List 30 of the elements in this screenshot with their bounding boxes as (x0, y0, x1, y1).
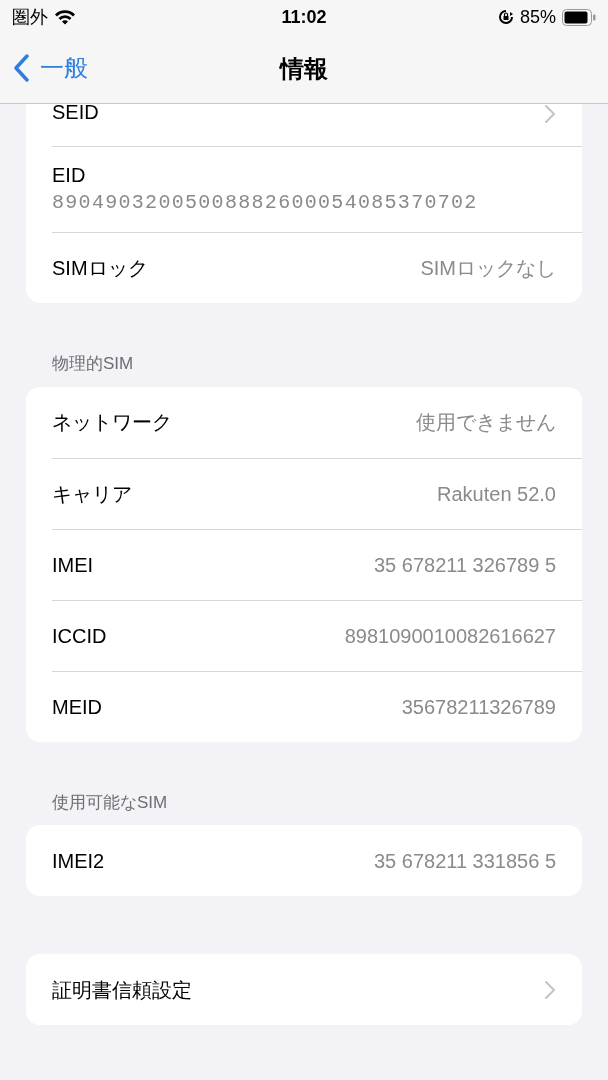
row-label: MEID (52, 694, 102, 720)
row-value: 使用できません (416, 410, 556, 435)
battery-icon (562, 8, 596, 26)
wifi-icon (54, 9, 76, 25)
row-label: ネットワーク (52, 410, 172, 435)
chevron-right-icon (544, 979, 556, 1000)
row-label: IMEI2 (52, 848, 105, 874)
clock-text: 11:02 (281, 5, 327, 29)
row-value: Rakuten 52.0 (437, 481, 556, 507)
row-label: IMEI (52, 552, 94, 578)
row-label: EID (52, 162, 87, 188)
row-value: 35678211326789 (401, 694, 556, 720)
row-label: キャリア (52, 481, 132, 507)
row-value: SIMロックなし (420, 256, 556, 281)
carrier-text: 圏外 (12, 5, 48, 29)
page-title: 情報 (280, 53, 328, 84)
row-label: ICCID (52, 623, 107, 649)
row-value: 8981090010082616627 (344, 623, 556, 649)
list-row[interactable]: 証明書信頼設定 (52, 954, 582, 1025)
row-label: SIMロック (52, 256, 148, 281)
rotation-lock-icon (498, 9, 514, 25)
row-value: 89049032005008882600054085370702 (52, 189, 479, 216)
row-value: 35 678211 326789 5 (373, 552, 556, 578)
row-value: 35 678211 331856 5 (373, 848, 556, 874)
back-button[interactable]: 一般 (12, 50, 88, 86)
chevron-left-icon (12, 53, 30, 83)
battery-percent: 85% (520, 5, 556, 29)
section-header: 使用可能なSIM (51, 791, 169, 814)
section-header: 物理的SIM (51, 353, 135, 375)
list-row[interactable]: SEID (52, 104, 582, 146)
